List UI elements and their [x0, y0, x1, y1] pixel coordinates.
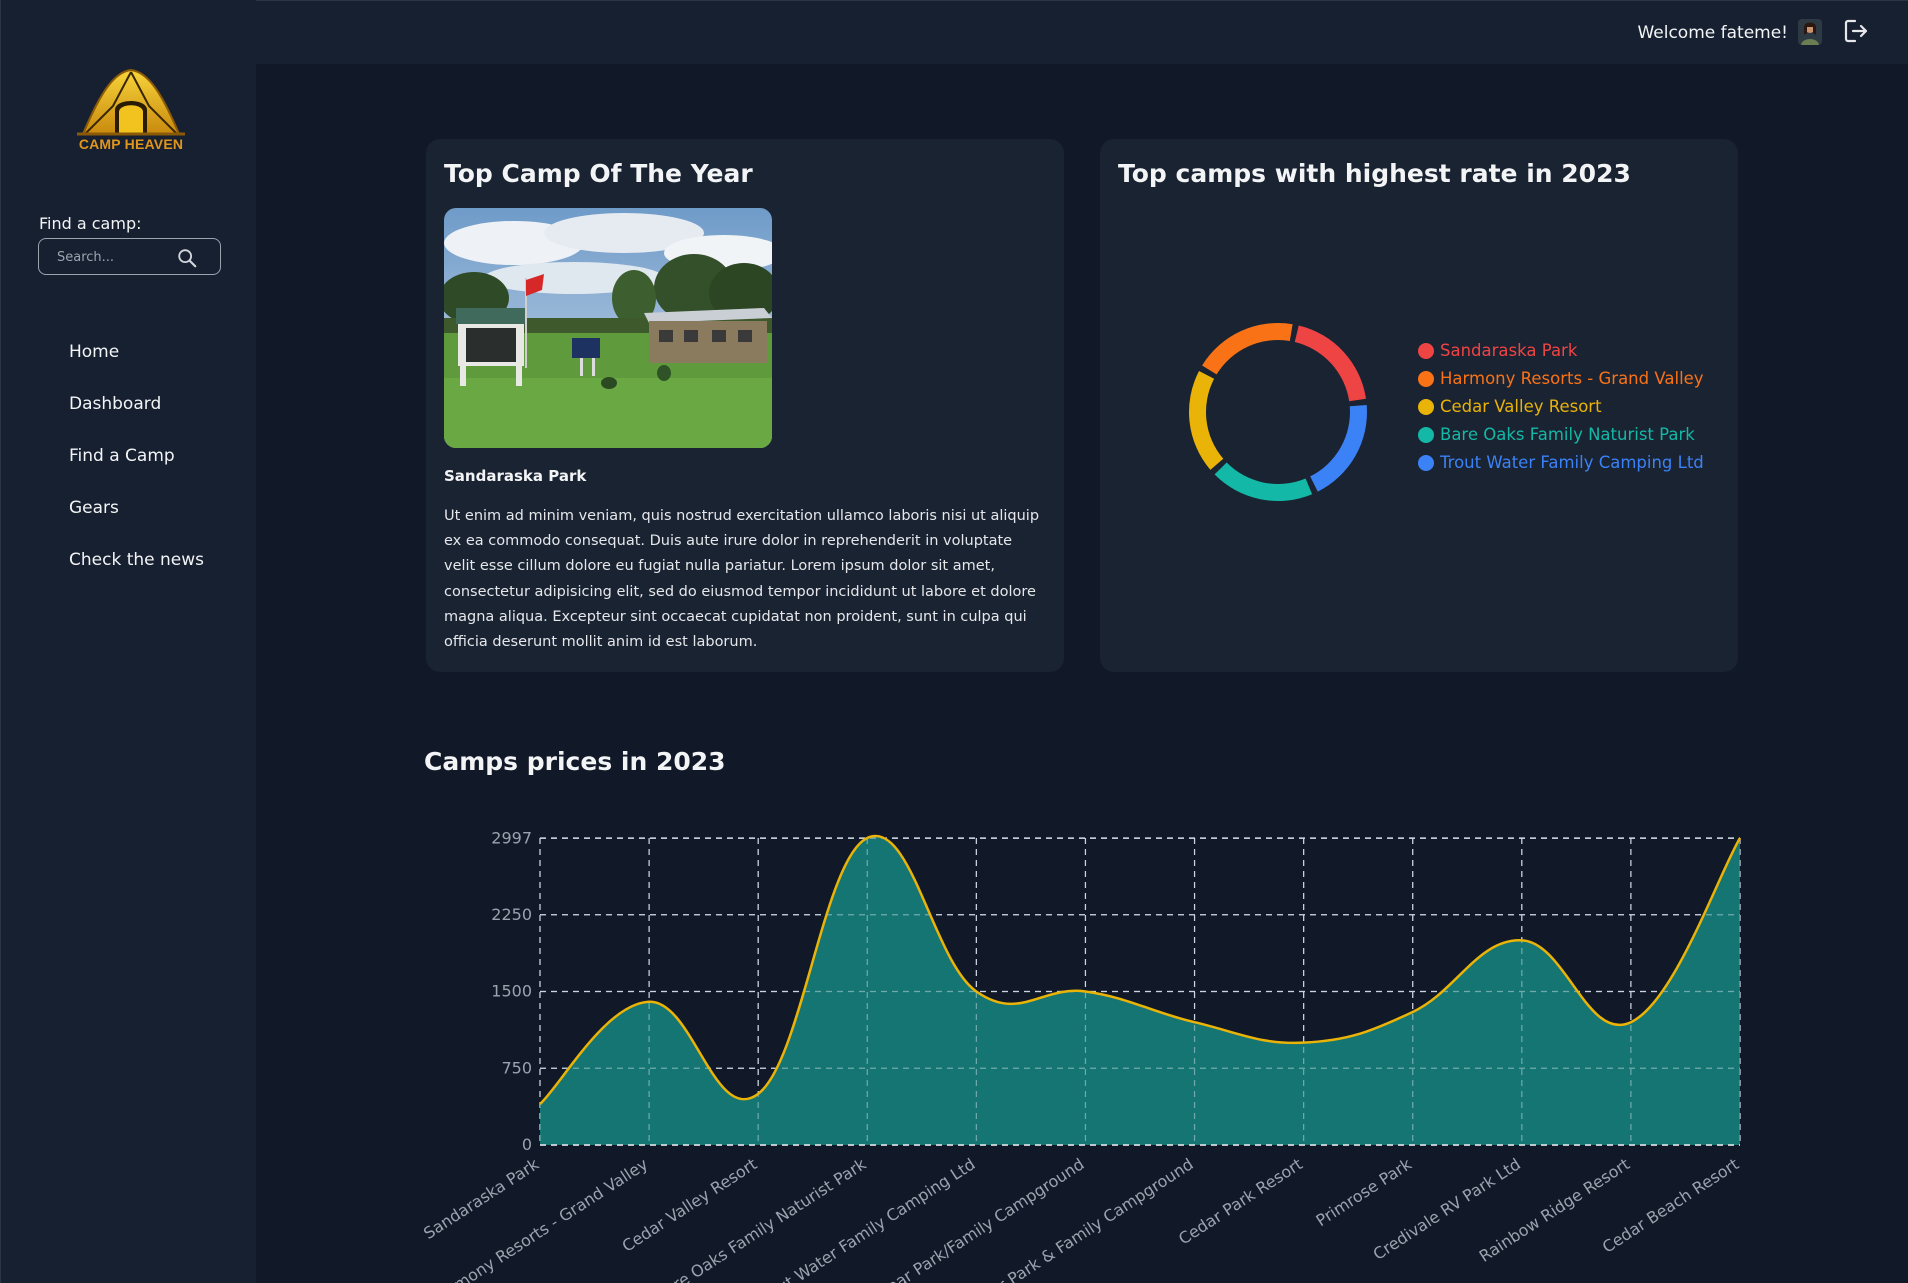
legend-dot [1418, 455, 1434, 471]
search-input[interactable] [57, 248, 177, 266]
y-tick-label: 0 [522, 1135, 532, 1154]
nav-item-dashboard[interactable]: Dashboard [69, 392, 204, 444]
legend-dot [1418, 371, 1434, 387]
top-bar: Welcome fateme! [256, 0, 1908, 64]
top-camp-title: Top Camp Of The Year [444, 159, 753, 188]
avatar[interactable] [1798, 19, 1822, 45]
prices-area-chart: 0750150022502997Sandaraska ParkHarmony R… [420, 828, 1743, 1283]
sidebar: CAMP HEAVEN Find a camp: Home Dashboard … [0, 0, 256, 1283]
search-box [38, 238, 221, 275]
price-point-bare-oaks-family-naturist-park[interactable] [864, 835, 870, 841]
legend-item[interactable]: Harmony Resorts - Grand Valley [1418, 365, 1704, 393]
prices-chart-title: Camps prices in 2023 [424, 747, 726, 776]
legend-dot [1418, 343, 1434, 359]
nav-item-find-a-camp[interactable]: Find a Camp [69, 444, 204, 496]
top-camp-card: Top Camp Of The Year Sandaraska Park Ut … [426, 139, 1064, 672]
nav-item-check-the-news[interactable]: Check the news [69, 548, 204, 600]
donut-slice-sandaraska-park[interactable] [1294, 325, 1367, 402]
price-point-primrose-park[interactable] [1410, 1009, 1416, 1015]
donut-slice-trout-water-family-camping-ltd[interactable] [1310, 404, 1367, 492]
legend-item[interactable]: Trout Water Family Camping Ltd [1418, 449, 1704, 477]
nav-item-gears[interactable]: Gears [69, 496, 204, 548]
x-tick-label: Bear Park/Family Campground [874, 1154, 1087, 1283]
top-camp-name: Sandaraska Park [444, 467, 587, 485]
camp-heaven-logo[interactable]: CAMP HEAVEN [73, 66, 189, 156]
welcome-message: Welcome fateme! [1637, 23, 1788, 43]
x-tick-label: Primrose Park [1312, 1154, 1415, 1230]
price-point-deer-park-family-campground[interactable] [1192, 1019, 1198, 1025]
top-rated-card: Top camps with highest rate in 2023 Sand… [1100, 139, 1738, 672]
y-tick-label: 1500 [491, 982, 532, 1001]
camp-photo [444, 208, 772, 448]
price-point-harmony-resorts-grand-valley[interactable] [646, 999, 652, 1005]
donut-slice-cedar-valley-resort[interactable] [1189, 370, 1224, 470]
price-area-fill [540, 836, 1740, 1145]
legend-label: Sandaraska Park [1440, 341, 1578, 360]
camp-photo-image [444, 208, 772, 448]
y-tick-label: 2250 [491, 905, 532, 924]
tent-icon [77, 68, 185, 136]
legend-item[interactable]: Cedar Valley Resort [1418, 393, 1704, 421]
y-tick-label: 750 [501, 1058, 532, 1077]
legend-item[interactable]: Bare Oaks Family Naturist Park [1418, 421, 1704, 449]
price-point-credivale-rv-park-ltd[interactable] [1519, 937, 1525, 943]
y-tick-label: 2997 [491, 828, 532, 847]
main-nav: Home Dashboard Find a Camp Gears Check t… [69, 340, 204, 600]
legend-dot [1418, 427, 1434, 443]
top-rated-title: Top camps with highest rate in 2023 [1118, 159, 1631, 188]
legend-label: Harmony Resorts - Grand Valley [1440, 369, 1704, 388]
logout-icon[interactable] [1842, 17, 1870, 45]
donut-slice-harmony-resorts-grand-valley[interactable] [1202, 323, 1293, 375]
find-camp-label: Find a camp: [39, 214, 142, 233]
top-rated-donut-chart [1189, 323, 1367, 501]
price-point-cedar-valley-resort[interactable] [755, 1091, 761, 1097]
price-point-cedar-park-resort[interactable] [1301, 1040, 1307, 1046]
legend-item[interactable]: Sandaraska Park [1418, 337, 1704, 365]
legend-label: Bare Oaks Family Naturist Park [1440, 425, 1695, 444]
legend-label: Cedar Valley Resort [1440, 397, 1602, 416]
legend-dot [1418, 399, 1434, 415]
price-point-cedar-beach-resort[interactable] [1737, 835, 1743, 841]
nav-item-home[interactable]: Home [69, 340, 204, 392]
search-icon[interactable] [176, 247, 198, 269]
user-avatar-icon [1798, 19, 1822, 45]
legend-label: Trout Water Family Camping Ltd [1440, 453, 1704, 472]
brand-name: CAMP HEAVEN [78, 136, 184, 152]
price-point-rainbow-ridge-resort[interactable] [1628, 1019, 1634, 1025]
price-point-sandaraska-park[interactable] [537, 1101, 543, 1107]
donut-slice-bare-oaks-family-naturist-park[interactable] [1214, 462, 1313, 501]
price-point-trout-water-family-camping-ltd[interactable] [973, 989, 979, 995]
donut-legend: Sandaraska Park Harmony Resorts - Grand V… [1418, 337, 1704, 477]
top-camp-description: Ut enim ad minim veniam, quis nostrud ex… [444, 508, 1040, 651]
price-point-bear-park-family-campground[interactable] [1082, 989, 1088, 995]
